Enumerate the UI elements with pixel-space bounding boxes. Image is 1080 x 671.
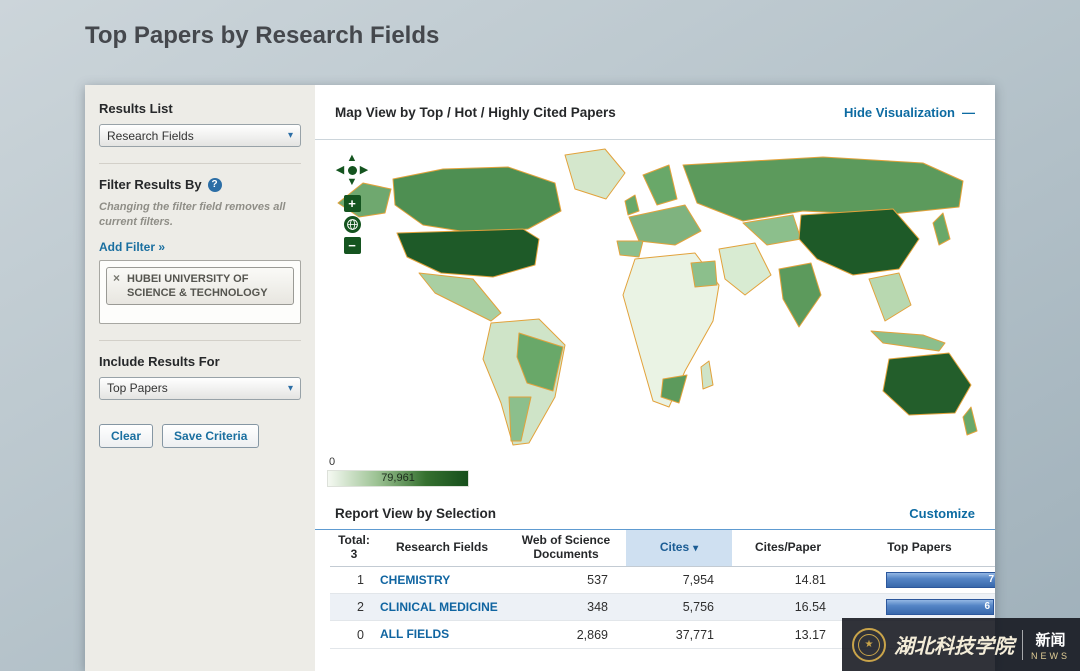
customize-link[interactable]: Customize — [909, 506, 975, 521]
main-panel: Map View by Top / Hot / Highly Cited Pap… — [315, 85, 995, 671]
top-papers-bar[interactable]: 6 — [886, 599, 994, 616]
cites-cell: 7,954 — [626, 566, 732, 594]
map-view-title: Map View by Top / Hot / Highly Cited Pap… — [335, 104, 616, 120]
save-criteria-button[interactable]: Save Criteria — [162, 423, 260, 448]
table-row: 1 CHEMISTRY 537 7,954 14.81 7 — [330, 566, 995, 594]
filter-tag-label: HUBEI UNIVERSITY OF SCIENCE & TECHNOLOGY — [127, 272, 268, 299]
world-map[interactable] — [323, 144, 983, 456]
sidebar: Results List Research Fields ▾ Filter Re… — [85, 85, 315, 671]
map-view-header: Map View by Top / Hot / Highly Cited Pap… — [315, 85, 995, 140]
sort-desc-icon: ▾ — [693, 542, 699, 554]
content-card: Results List Research Fields ▾ Filter Re… — [85, 85, 995, 671]
column-header-research-fields[interactable]: Research Fields — [378, 530, 506, 567]
pan-down-button[interactable]: ▼ — [347, 176, 358, 188]
rank-cell: 0 — [330, 620, 378, 649]
table-header-row: Total: 3 Research Fields Web of Science … — [330, 530, 995, 567]
help-icon[interactable]: ? — [207, 177, 222, 192]
watermark-news-en: NEWS — [1031, 650, 1070, 661]
column-header-documents[interactable]: Web of Science Documents — [506, 530, 626, 567]
documents-cell: 2,869 — [506, 620, 626, 649]
zoom-in-button[interactable]: + — [343, 195, 361, 212]
documents-cell: 537 — [506, 566, 626, 594]
pan-right-button[interactable]: ▶ — [360, 164, 368, 176]
map-pan-pad: ▲ ◀ ▶ ▼ — [334, 152, 370, 188]
report-view-title: Report View by Selection — [335, 505, 497, 521]
map-legend: 0 79,961 — [327, 456, 469, 487]
chevron-down-icon: ▾ — [287, 130, 293, 141]
include-results-label: Include Results For — [99, 353, 220, 369]
cites-cell: 37,771 — [626, 620, 732, 649]
total-value: 3 — [350, 546, 358, 561]
column-header-cites-per-paper[interactable]: Cites/Paper — [732, 530, 844, 567]
legend-gradient-bar: 79,961 — [327, 470, 469, 487]
watermark-divider — [1022, 629, 1023, 660]
field-link[interactable]: ALL FIELDS — [380, 627, 449, 641]
column-header-cites[interactable]: Cites ▾ — [626, 530, 732, 567]
cites-cell: 5,756 — [626, 593, 732, 622]
table-row: 2 CLINICAL MEDICINE 348 5,756 16.54 6 — [330, 593, 995, 622]
hide-visualization-link[interactable]: Hide Visualization — — [844, 105, 975, 120]
results-list-label: Results List — [99, 101, 173, 116]
results-list-value: Research Fields — [107, 128, 194, 143]
hide-visualization-label: Hide Visualization — [843, 104, 955, 120]
filter-note: Changing the filter field removes all cu… — [99, 201, 286, 228]
page-background: Top Papers by Research Fields Results Li… — [0, 0, 1080, 671]
active-filters-box: × HUBEI UNIVERSITY OF SCIENCE & TECHNOLO… — [99, 259, 301, 324]
map-controls: ▲ ◀ ▶ ▼ + − — [333, 152, 371, 258]
seal-star-icon: ★ — [858, 633, 880, 656]
report-view-header: Report View by Selection Customize — [315, 497, 995, 530]
divider — [99, 163, 301, 164]
rank-cell: 1 — [330, 566, 378, 594]
filter-tag[interactable]: × HUBEI UNIVERSITY OF SCIENCE & TECHNOLO… — [106, 266, 294, 306]
watermark-news-cn: 新闻 — [1035, 631, 1066, 649]
rank-cell: 2 — [330, 593, 378, 622]
cites-per-paper-cell: 16.54 — [732, 593, 844, 622]
total-label: Total: — [338, 533, 370, 547]
minus-icon: — — [962, 104, 975, 120]
pan-center-button[interactable] — [347, 165, 357, 175]
column-header-top-papers[interactable]: Top Papers — [844, 530, 995, 567]
legend-min-label: 0 — [329, 456, 336, 468]
divider — [99, 339, 301, 341]
remove-filter-icon[interactable]: × — [113, 271, 120, 287]
documents-cell: 348 — [506, 593, 626, 622]
page-title: Top Papers by Research Fields — [85, 22, 440, 49]
results-list-select[interactable]: Research Fields ▾ — [99, 124, 301, 147]
zoom-out-button[interactable]: − — [343, 237, 361, 254]
clear-button[interactable]: Clear — [99, 423, 154, 448]
watermark-university-name: 湖北科技学院 — [894, 634, 1014, 658]
add-filter-link[interactable]: Add Filter » — [99, 240, 165, 254]
map-area: ▲ ◀ ▶ ▼ + − 0 79,961 — [315, 140, 995, 497]
filter-results-label: Filter Results By — [99, 177, 202, 192]
field-link[interactable]: CHEMISTRY — [380, 573, 450, 587]
pan-left-button[interactable]: ◀ — [336, 164, 344, 176]
university-seal-logo: ★ — [852, 627, 886, 662]
cites-per-paper-cell: 14.81 — [732, 566, 844, 594]
cites-per-paper-cell: 13.17 — [732, 620, 844, 649]
chevron-down-icon: ▾ — [287, 382, 293, 394]
include-results-select[interactable]: Top Papers ▾ — [99, 376, 301, 400]
map-countries[interactable] — [337, 148, 978, 446]
include-results-value: Top Papers — [107, 381, 168, 396]
field-link[interactable]: CLINICAL MEDICINE — [380, 600, 498, 614]
legend-max-label: 79,961 — [381, 472, 415, 484]
globe-icon[interactable] — [343, 216, 361, 233]
top-papers-bar[interactable]: 7 — [886, 571, 995, 588]
pan-up-button[interactable]: ▲ — [347, 152, 358, 164]
total-header: Total: 3 — [330, 530, 378, 567]
news-watermark: ★ 湖北科技学院 新闻 NEWS — [842, 618, 1080, 671]
